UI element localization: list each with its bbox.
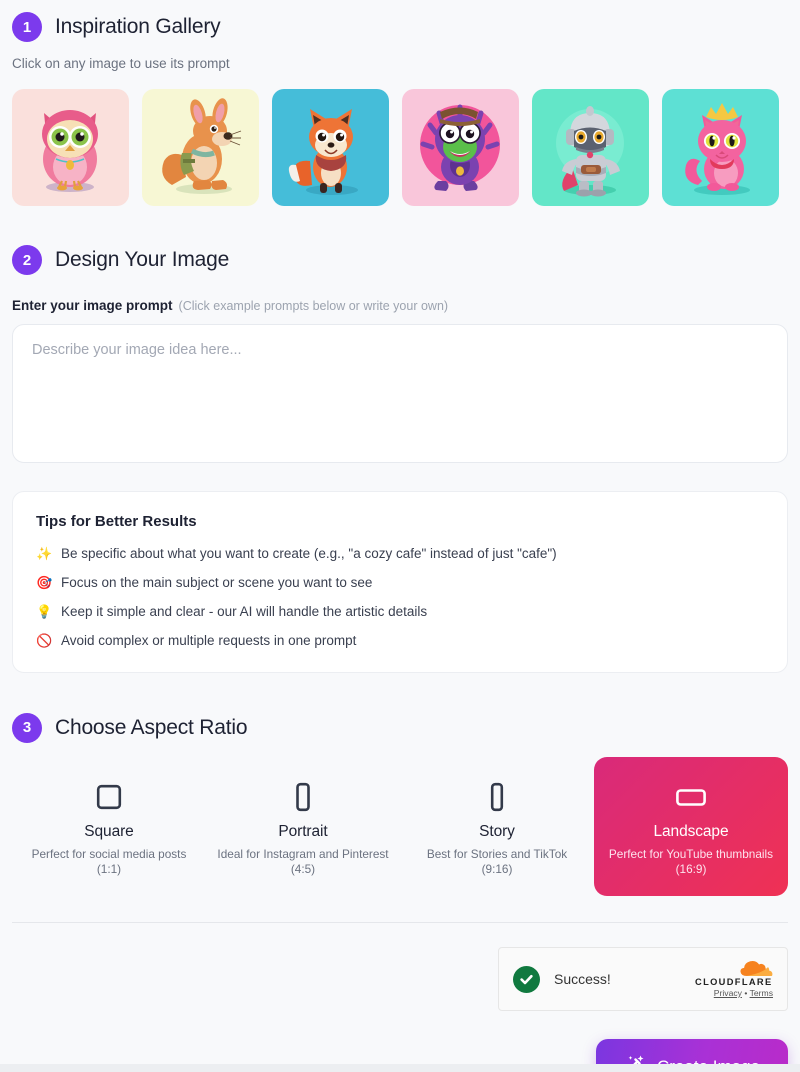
- design-section: 2 Design Your Image Enter your image pro…: [12, 245, 788, 673]
- gallery-item-monster[interactable]: [402, 89, 519, 206]
- portrait-icon: [216, 779, 390, 815]
- aspect-ratio-options: Square Perfect for social media posts (1…: [12, 756, 788, 897]
- success-check-icon: [513, 965, 540, 993]
- inspiration-gallery: [12, 89, 788, 206]
- aspect-option-story[interactable]: Story Best for Stories and TikTok (9:16): [400, 757, 594, 897]
- cloudflare-logo: CLOUDFLARE: [695, 960, 773, 987]
- sparkles-icon: ✨: [36, 546, 53, 561]
- prompt-label: Enter your image prompt: [12, 298, 173, 313]
- aspect-option-square[interactable]: Square Perfect for social media posts (1…: [12, 757, 206, 897]
- step-badge-2: 2: [12, 245, 42, 275]
- terms-link[interactable]: Terms: [750, 988, 773, 998]
- tip-item: ✨ Be specific about what you want to cre…: [36, 546, 764, 563]
- design-header: 2 Design Your Image: [12, 245, 788, 275]
- square-icon: [22, 779, 196, 815]
- cloudflare-branding: CLOUDFLARE Privacy • Terms: [695, 960, 773, 998]
- aspect-option-name: Square: [84, 822, 134, 840]
- aspect-ratio-section: 3 Choose Aspect Ratio Square Perfect for…: [12, 712, 788, 924]
- inspiration-section: 1 Inspiration Gallery Click on any image…: [12, 0, 788, 206]
- aspect-option-desc: Perfect for social media posts (1:1): [31, 846, 187, 877]
- gallery-item-fox[interactable]: [272, 89, 389, 206]
- cloudflare-cloud-icon: [740, 960, 773, 976]
- prompt-input[interactable]: [12, 324, 788, 463]
- link-separator: •: [744, 987, 748, 998]
- design-title: Design Your Image: [55, 248, 230, 271]
- cloudflare-wordmark: CLOUDFLARE: [695, 976, 773, 987]
- prompt-label-row: Enter your image prompt (Click example pr…: [12, 298, 788, 313]
- turnstile-status: Success!: [554, 971, 611, 988]
- prompt-hint: (Click example prompts below or write yo…: [178, 299, 449, 313]
- tips-title: Tips for Better Results: [36, 513, 197, 530]
- prohibited-icon: 🚫: [36, 632, 53, 648]
- turnstile-row: Success! CLOUDFLARE Privacy • Terms: [12, 947, 788, 1012]
- privacy-link[interactable]: Privacy: [714, 988, 742, 998]
- inspiration-title: Inspiration Gallery: [55, 15, 221, 38]
- gallery-item-cat-princess[interactable]: [662, 89, 779, 206]
- section-divider: [12, 922, 788, 924]
- gallery-item-owl[interactable]: [12, 89, 129, 206]
- target-icon: 🎯: [36, 574, 53, 590]
- tip-text: Avoid complex or multiple requests in on…: [61, 632, 357, 648]
- story-icon: [410, 779, 584, 815]
- aspect-header: 3 Choose Aspect Ratio: [12, 712, 788, 743]
- image-generator-page: 1 Inspiration Gallery Click on any image…: [0, 0, 800, 1072]
- step-badge-3: 3: [12, 712, 42, 743]
- tip-text: Focus on the main subject or scene you w…: [61, 574, 373, 590]
- aspect-option-portrait[interactable]: Portrait Ideal for Instagram and Pintere…: [206, 757, 400, 897]
- aspect-option-name: Portrait: [278, 822, 328, 840]
- tip-text: Be specific about what you want to creat…: [61, 546, 557, 561]
- aspect-option-desc: Best for Stories and TikTok (9:16): [426, 846, 568, 877]
- tip-item: 🚫 Avoid complex or multiple requests in …: [36, 633, 764, 650]
- aspect-option-desc: Perfect for YouTube thumbnails (16:9): [608, 846, 774, 877]
- tip-item: 💡 Keep it simple and clear - our AI will…: [36, 604, 764, 621]
- step-badge-1: 1: [12, 12, 42, 42]
- landscape-icon: [604, 779, 778, 815]
- bottom-strip: [0, 1064, 800, 1072]
- aspect-option-desc: Ideal for Instagram and Pinterest (4:5): [217, 846, 389, 877]
- aspect-title: Choose Aspect Ratio: [55, 715, 248, 739]
- lightbulb-icon: 💡: [36, 603, 53, 619]
- gallery-item-kangaroo[interactable]: [142, 89, 259, 206]
- aspect-option-landscape[interactable]: Landscape Perfect for YouTube thumbnails…: [594, 756, 788, 897]
- aspect-option-name: Landscape: [653, 822, 729, 840]
- cloudflare-links: Privacy • Terms: [695, 988, 773, 998]
- cloudflare-turnstile-widget[interactable]: Success! CLOUDFLARE Privacy • Terms: [498, 947, 788, 1012]
- gallery-item-robot-knight[interactable]: [532, 89, 649, 206]
- aspect-option-name: Story: [479, 822, 515, 840]
- tip-text: Keep it simple and clear - our AI will h…: [61, 603, 428, 619]
- tips-card: Tips for Better Results ✨ Be specific ab…: [12, 491, 788, 673]
- inspiration-header: 1 Inspiration Gallery: [12, 12, 788, 42]
- tip-item: 🎯 Focus on the main subject or scene you…: [36, 575, 764, 592]
- inspiration-note: Click on any image to use its prompt: [12, 56, 230, 71]
